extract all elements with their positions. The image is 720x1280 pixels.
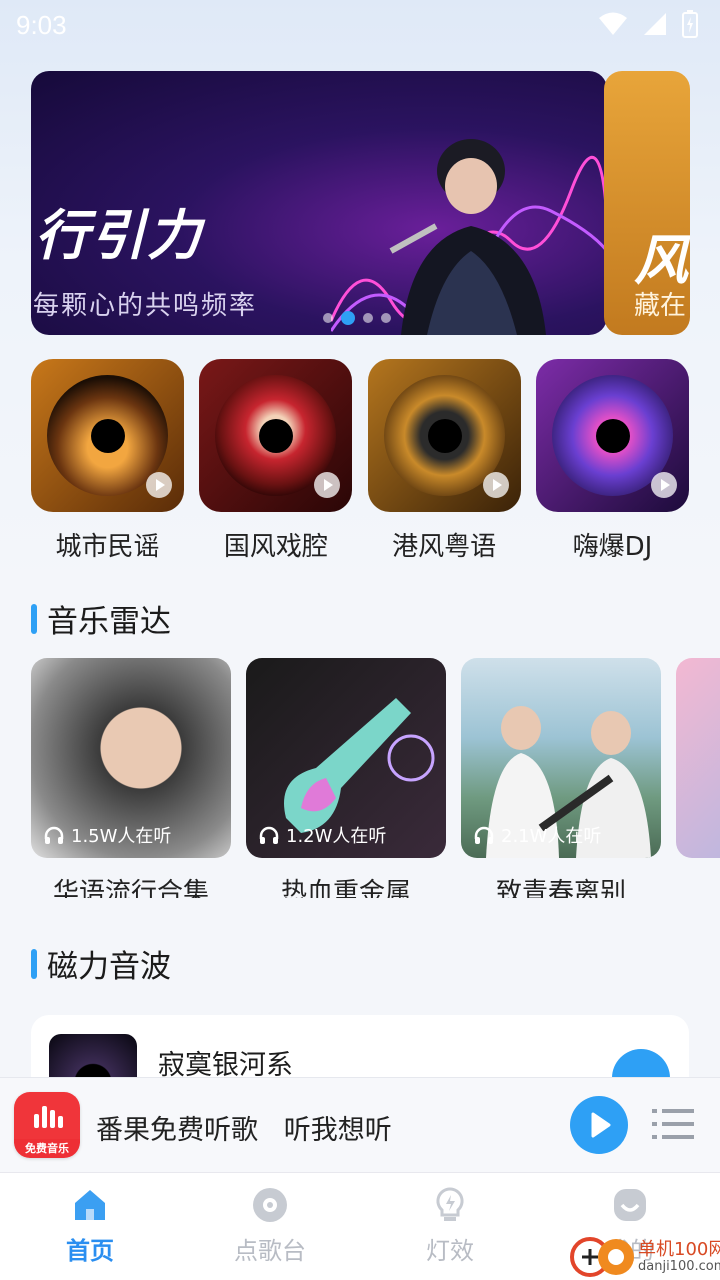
watermark-text: 单机100网 — [638, 1238, 720, 1260]
category-item[interactable]: 嗨爆DJ — [535, 359, 689, 563]
radar-card[interactable]: 2.1W人在听 致青春离别 — [461, 658, 661, 898]
profile-icon — [614, 1189, 646, 1221]
section-title-magnet: 磁力音波 — [31, 941, 171, 986]
category-label: 国风戏腔 — [223, 532, 328, 562]
watermark-logo-icon — [570, 1237, 634, 1277]
radar-card-name: 致青春离别 — [495, 878, 626, 898]
play-icon — [146, 472, 172, 498]
listeners-count: 1.2W人在听 — [258, 822, 386, 848]
category-item[interactable]: 城市民谣 — [31, 359, 184, 563]
radar-card-image: 1.5W人在听 — [31, 658, 231, 858]
disc-icon — [253, 1188, 287, 1222]
banner-dots — [323, 311, 391, 325]
play-icon — [591, 1112, 611, 1138]
radar-card-name: 热血重金属 — [280, 878, 411, 898]
radar-card-name: 华语流行合集 — [52, 878, 209, 898]
wifi-icon — [599, 12, 627, 35]
headphones-icon — [474, 826, 494, 844]
banner-subtitle: 每颗心的共鸣频率 — [33, 291, 258, 321]
banner-dot[interactable] — [363, 313, 373, 323]
category-thumb — [31, 359, 184, 512]
category-thumb — [535, 359, 689, 512]
radar-list: 1.5W人在听 华语流行合集 1.2W人在听 热血重金属 2.1W人在听 致青春… — [31, 658, 720, 898]
banner-next-subtitle: 藏在 — [634, 291, 687, 321]
banner-dot[interactable] — [323, 313, 333, 323]
app-logo: 免费音乐 — [14, 1092, 80, 1158]
radar-card[interactable]: 1.2W人在听 热血重金属 — [246, 658, 446, 898]
bulb-icon — [436, 1187, 464, 1221]
watermark-sub: danji100.com — [638, 1258, 720, 1274]
category-label: 港风粤语 — [392, 532, 497, 562]
category-label: 城市民谣 — [55, 532, 160, 562]
app-logo-text: 免费音乐 — [14, 1139, 80, 1158]
watermark: 单机100网 danji100.com — [570, 1236, 720, 1278]
nav-item-home[interactable]: 首页 — [30, 1187, 150, 1266]
status-time: 9:03 — [16, 10, 67, 40]
category-item[interactable]: 国风戏腔 — [199, 359, 353, 563]
banner-next-title: 风 — [634, 229, 688, 292]
category-thumb — [199, 359, 353, 512]
equalizer-icon — [34, 1106, 63, 1128]
headphones-icon — [44, 826, 64, 844]
home-icon — [75, 1190, 105, 1220]
banner-title: 行引力 — [35, 204, 203, 267]
category-item[interactable]: 港风粤语 — [367, 359, 521, 563]
banner-next-card[interactable]: 风 藏在 — [604, 71, 690, 335]
radar-card[interactable]: 1.5W人在听 华语流行合集 — [31, 658, 231, 898]
nav-item-light-effects[interactable]: 灯效 — [390, 1187, 510, 1266]
category-thumb — [367, 359, 521, 512]
play-icon — [482, 472, 509, 498]
radar-card-image — [676, 658, 720, 858]
mini-player[interactable]: 免费音乐 番果免费听歌 听我想听 — [0, 1077, 720, 1172]
status-bar: 9:03 — [0, 0, 720, 50]
headphones-icon — [259, 826, 279, 844]
player-text: 番果免费听歌 听我想听 — [96, 1115, 392, 1146]
play-icon — [314, 472, 341, 498]
player-play-button[interactable] — [570, 1096, 628, 1154]
signal-icon — [644, 13, 666, 35]
listeners-count: 1.5W人在听 — [43, 822, 171, 848]
nav-item-song-request[interactable]: 点歌台 — [210, 1187, 330, 1266]
category-label: 嗨爆DJ — [572, 532, 653, 562]
banner-dot-active[interactable] — [341, 311, 355, 325]
banner-dot[interactable] — [381, 313, 391, 323]
section-title-radar: 音乐雷达 — [31, 596, 171, 641]
radar-card-image: 1.2W人在听 — [246, 658, 446, 858]
radar-card-partial[interactable] — [676, 658, 720, 858]
playlist-icon[interactable] — [652, 1106, 694, 1142]
play-icon — [650, 472, 677, 498]
status-icons — [598, 10, 698, 38]
banner-singer-image — [331, 139, 607, 335]
battery-icon — [682, 10, 698, 38]
category-row: 城市民谣 国风戏腔 港风粤语 嗨爆DJ — [31, 359, 689, 563]
banner-carousel[interactable]: 行引力 每颗心的共鸣频率 — [31, 71, 607, 335]
radar-card-image: 2.1W人在听 — [461, 658, 661, 858]
listeners-count: 2.1W人在听 — [473, 822, 601, 848]
